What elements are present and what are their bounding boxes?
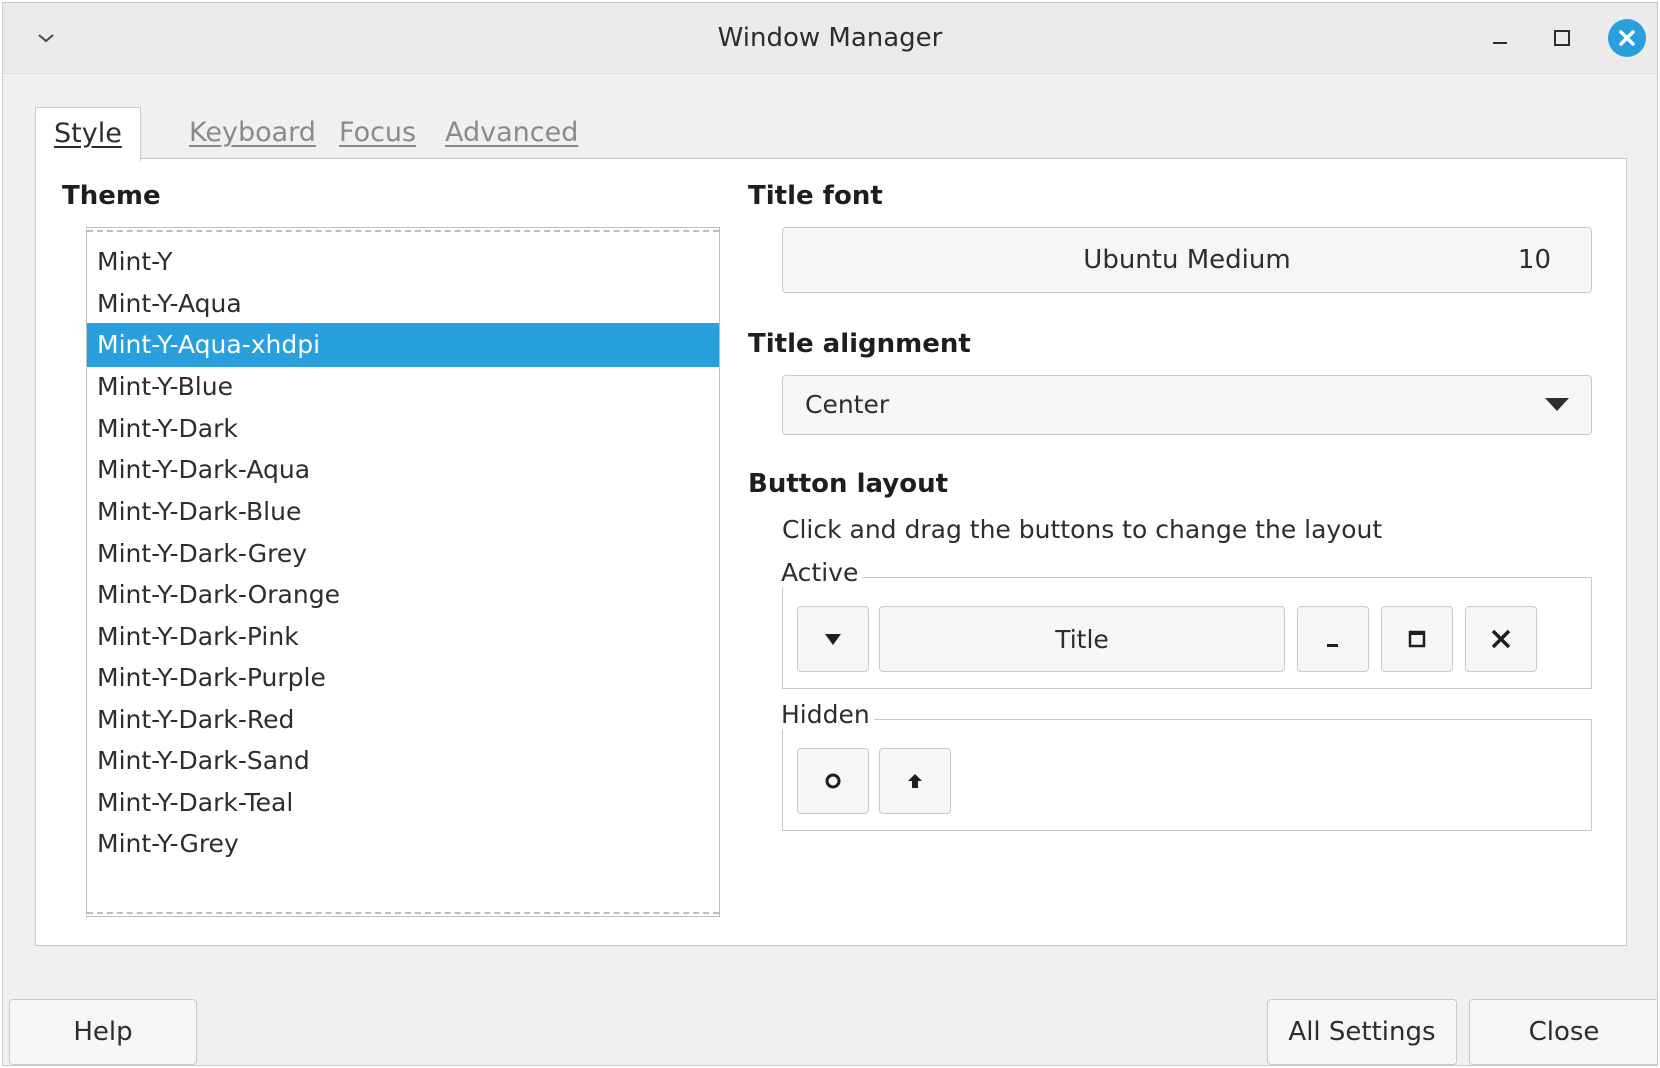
font-name: Ubuntu Medium xyxy=(1083,245,1291,275)
theme-heading: Theme xyxy=(62,181,161,211)
font-size: 10 xyxy=(1517,245,1551,275)
shade-icon[interactable] xyxy=(879,748,951,814)
title-alignment-select[interactable]: Center xyxy=(782,375,1592,435)
title-alignment-heading: Title alignment xyxy=(748,329,971,359)
menu-arrow-icon[interactable] xyxy=(797,606,869,672)
button-layout-hint: Click and drag the buttons to change the… xyxy=(782,515,1383,544)
hidden-buttons-frame: Hidden xyxy=(781,700,1592,831)
title-layout-button[interactable]: Title xyxy=(879,606,1285,672)
theme-item[interactable]: Mint-Y-Dark-Purple xyxy=(87,656,719,700)
theme-item-selected[interactable]: Mint-Y-Aqua-xhdpi xyxy=(87,323,719,367)
theme-item[interactable]: Mint-Y-Dark-Grey xyxy=(87,532,719,576)
theme-item[interactable]: Mint-Y-Dark-Aqua xyxy=(87,448,719,492)
tab-style-label: Style xyxy=(54,118,122,149)
title-font-heading: Title font xyxy=(748,181,883,211)
theme-item[interactable]: Mint-Y-Dark-Orange xyxy=(87,573,719,617)
tab-advanced[interactable]: Advanced xyxy=(427,107,596,159)
theme-list[interactable]: Mint-Y Mint-Y-Aqua Mint-Y-Aqua-xhdpi Min… xyxy=(86,227,720,917)
theme-item[interactable]: Mint-Y-Aqua xyxy=(87,282,719,326)
maximize-icon[interactable] xyxy=(1545,21,1579,55)
theme-item[interactable]: Mint-Y-Blue xyxy=(87,365,719,409)
dropdown-arrow-icon xyxy=(1545,398,1569,411)
theme-item[interactable]: Mint-Y-Dark-Blue xyxy=(87,490,719,534)
tab-keyboard[interactable]: Keyboard xyxy=(171,107,334,159)
theme-item[interactable]: Mint-Y xyxy=(87,240,719,284)
alignment-value: Center xyxy=(805,390,890,419)
hidden-label: Hidden xyxy=(781,700,874,729)
theme-item[interactable]: Mint-Y-Dark xyxy=(87,407,719,451)
button-layout-heading: Button layout xyxy=(748,469,949,499)
theme-item[interactable]: Mint-Y-Dark-Red xyxy=(87,698,719,742)
tab-style[interactable]: Style xyxy=(35,107,141,161)
title-font-button[interactable]: Ubuntu Medium 10 xyxy=(782,227,1592,293)
close-icon[interactable] xyxy=(1608,19,1646,57)
active-buttons-frame: Active Title xyxy=(781,558,1592,689)
tab-keyboard-label: Keyboard xyxy=(189,117,316,148)
active-label: Active xyxy=(781,558,863,587)
minimize-icon[interactable] xyxy=(1483,21,1517,55)
tab-focus[interactable]: Focus xyxy=(321,107,434,159)
title-bar: Window Manager xyxy=(3,3,1657,74)
tab-advanced-label: Advanced xyxy=(445,117,579,148)
close-layout-icon[interactable] xyxy=(1465,606,1537,672)
theme-item[interactable]: Mint-Y-Dark-Sand xyxy=(87,739,719,783)
tab-focus-label: Focus xyxy=(339,117,417,148)
maximize-layout-icon[interactable] xyxy=(1381,606,1453,672)
close-button[interactable]: Close xyxy=(1469,999,1657,1065)
theme-item[interactable]: Mint-Y-Dark-Pink xyxy=(87,615,719,659)
theme-item[interactable]: Mint-Y-Grey xyxy=(87,822,719,866)
all-settings-button[interactable]: All Settings xyxy=(1267,999,1457,1065)
window-manager-dialog: Window Manager Style Keyboard Focus Adva… xyxy=(2,2,1658,1066)
help-button[interactable]: Help xyxy=(9,999,197,1065)
minimize-layout-icon[interactable] xyxy=(1297,606,1369,672)
window-title: Window Manager xyxy=(717,23,943,53)
style-panel: Theme Mint-Y Mint-Y-Aqua Mint-Y-Aqua-xhd… xyxy=(35,158,1627,946)
theme-item[interactable]: Mint-Y-Dark-Teal xyxy=(87,781,719,825)
stick-icon[interactable] xyxy=(797,748,869,814)
